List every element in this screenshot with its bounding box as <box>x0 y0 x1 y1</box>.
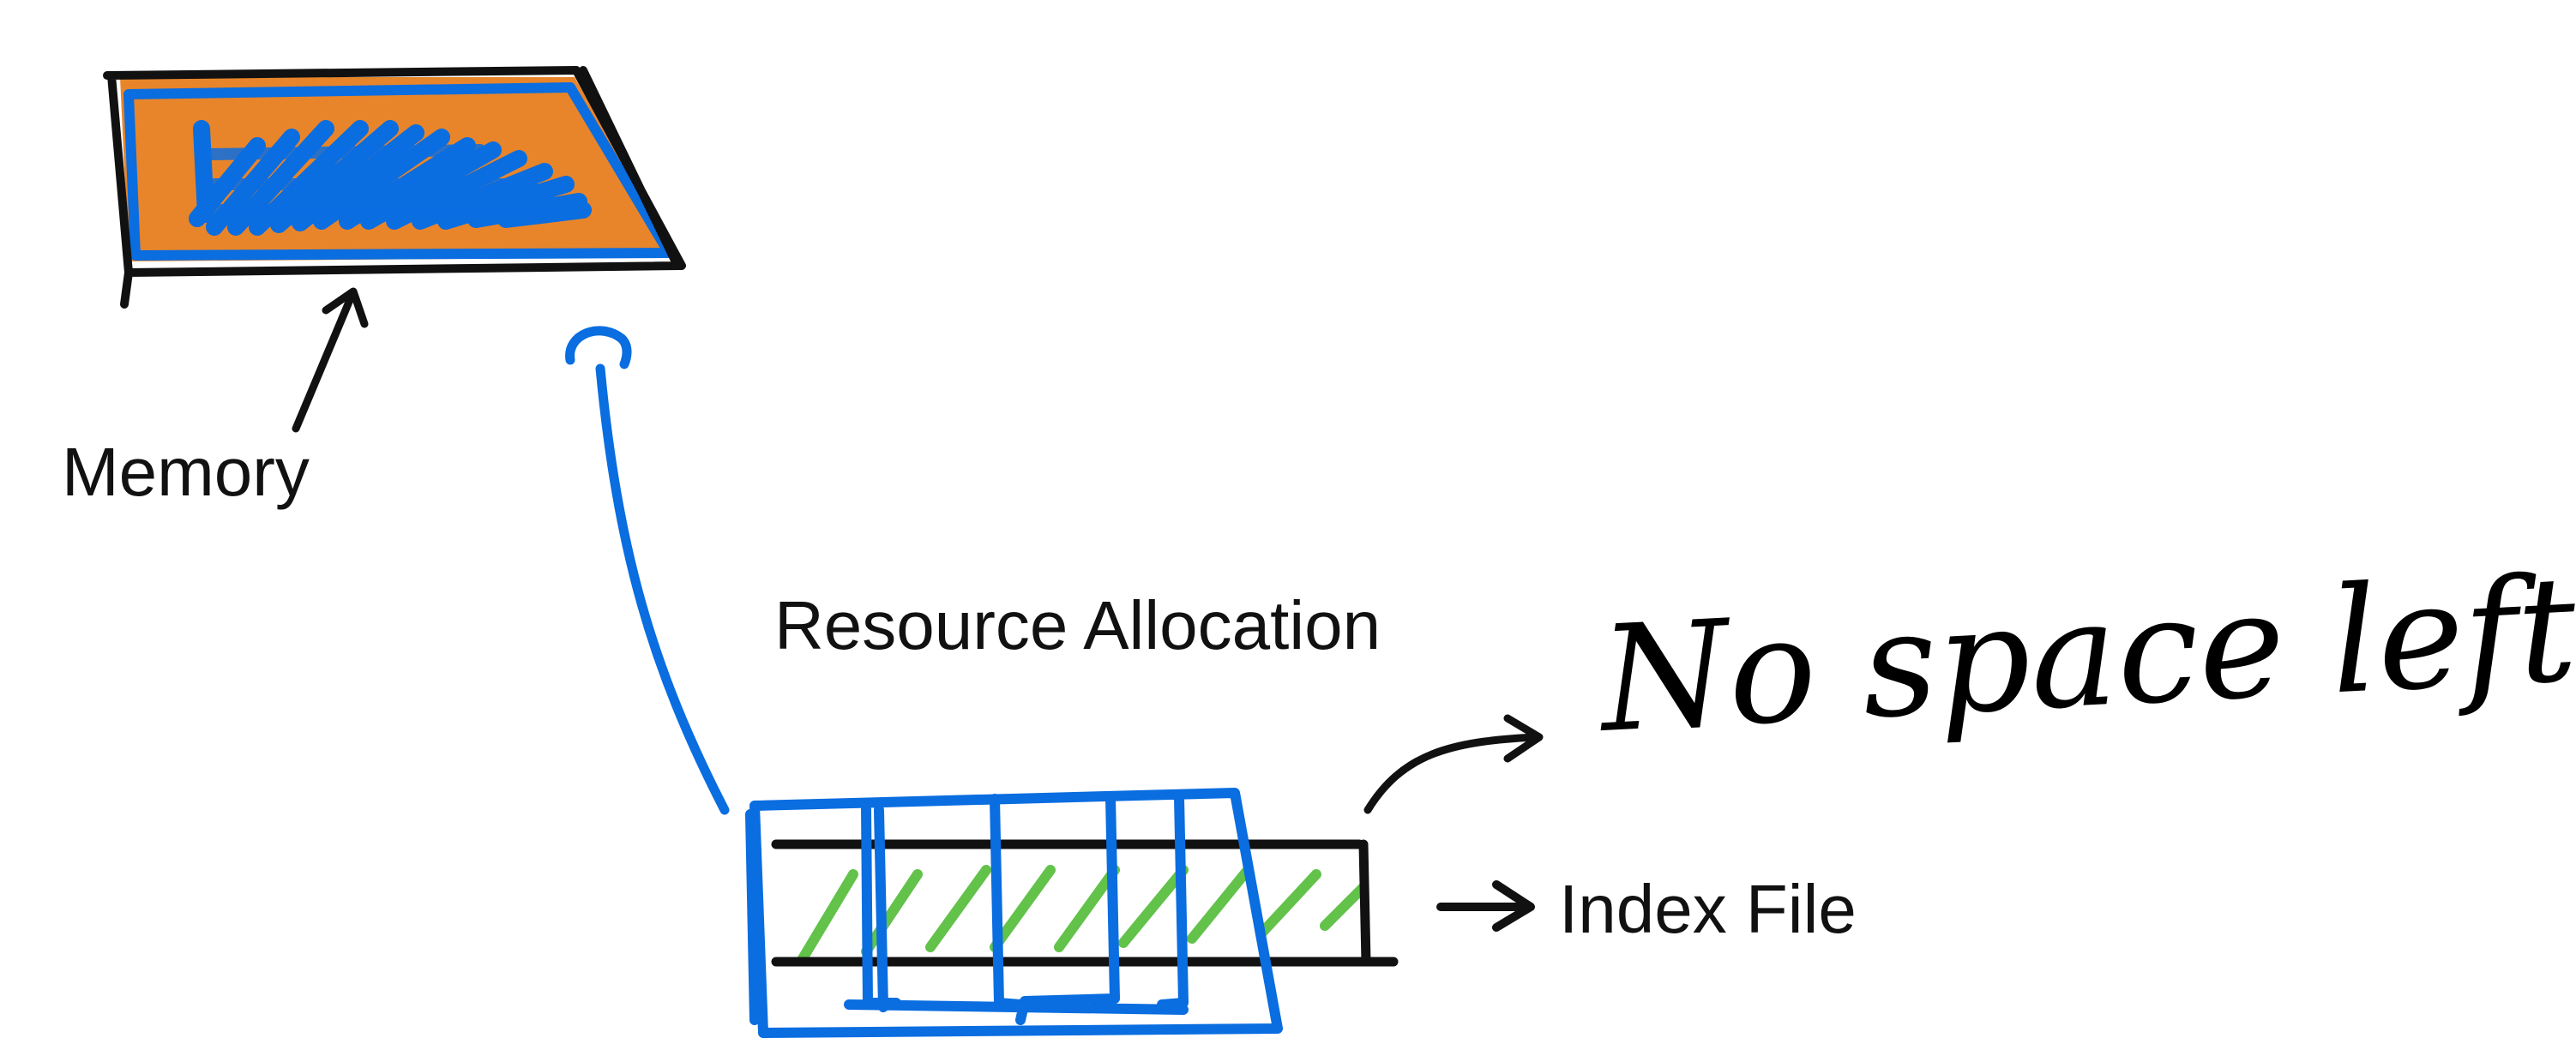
no-space-left-annotation: No space left! <box>1593 542 2576 765</box>
memory-block <box>103 66 686 309</box>
diagram-canvas: Memory Resource Allocation No space left… <box>62 66 2576 1038</box>
arrow-up-icon <box>292 287 369 433</box>
index-file <box>745 788 1399 1038</box>
arrow-right-icon-no-space <box>1363 714 1544 814</box>
curved-arrow-icon <box>565 326 730 815</box>
arrow-right-icon <box>1436 880 1535 932</box>
index-file-label: Index File <box>1559 871 1857 947</box>
index-file-end-cap <box>1358 839 1371 967</box>
memory-label: Memory <box>62 434 310 510</box>
no-space-left-text: No space left! <box>1593 542 2576 765</box>
resource-allocation-label: Resource Allocation <box>774 587 1381 663</box>
